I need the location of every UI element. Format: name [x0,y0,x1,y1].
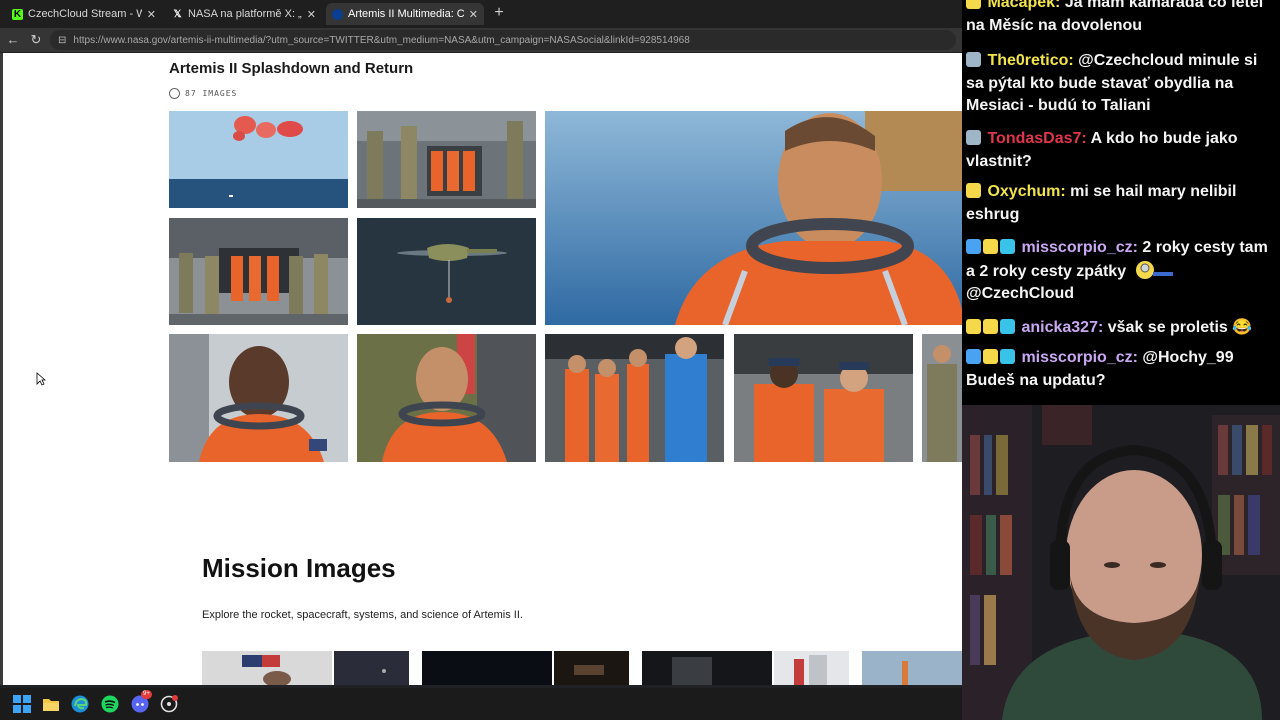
discord-notification-badge: 9+ [141,690,152,699]
mission-photo-4[interactable] [554,651,629,685]
photo-helicopter-night[interactable] [357,218,536,325]
mouse-cursor-icon [36,372,46,386]
photo-astronaut-smiling[interactable] [169,334,348,462]
mission-photo-6[interactable] [774,651,849,685]
gallery-title: Artemis II Splashdown and Return [169,60,414,77]
photo-navy-crew[interactable] [922,334,962,462]
photo-crew-with-official[interactable] [545,334,724,462]
photo-crew-helicopter[interactable] [357,111,536,208]
chat-message: Macapek: Já mám kamaráda co letěl na Měs… [966,0,1276,37]
address-bar: ← ↻ ⊟ https://www.nasa.gov/artemis-ii-mu… [0,28,962,52]
tab-close-icon[interactable]: ✕ [147,8,156,21]
back-arrow-icon[interactable]: ← [4,31,22,49]
spotify-icon[interactable] [100,694,120,714]
mission-photo-5[interactable] [642,651,772,685]
sub-badge-icon [983,349,998,364]
sub-badge-icon [966,52,981,67]
chat-message: The0retico: @Czechcloud minule si sa pýt… [966,52,1258,114]
camera-icon [169,88,180,99]
cube-badge-icon [1000,349,1015,364]
mission-photo-7[interactable] [862,651,962,685]
photo-crew-pair[interactable] [734,334,913,462]
app-icon[interactable] [159,694,179,714]
url-field[interactable]: ⊟ https://www.nasa.gov/artemis-ii-multim… [50,30,956,50]
photo-astronaut-portrait[interactable] [545,111,962,325]
tab-close-icon[interactable]: ✕ [469,8,478,21]
photo-astronaut-seated[interactable] [357,334,536,462]
nasa-icon [332,8,343,20]
sub-badge-icon [966,130,981,145]
tab-czechcloud-stream[interactable]: K CzechCloud Stream - Watch Live o ✕ [6,3,162,25]
edge-icon[interactable] [70,694,90,714]
windows-start-icon[interactable] [12,694,32,714]
photo-crew-hangar[interactable] [169,218,348,325]
tab-artemis-multimedia[interactable]: Artemis II Multimedia: Crew Photo ✕ [326,3,484,25]
crown-badge-icon [966,319,981,334]
mission-photo-2[interactable] [334,651,409,685]
browser-window: K CzechCloud Stream - Watch Live o ✕ 𝕏 N… [0,0,962,688]
mission-photo-3[interactable] [422,651,552,685]
stream-chat: Macapek: Já mám kamaráda co letěl na Měs… [962,0,1280,405]
site-info-icon[interactable]: ⊟ [58,35,66,46]
sub-badge-icon [983,239,998,254]
cube-badge-icon [1000,319,1015,334]
mission-images-title: Mission Images [202,553,396,583]
mission-images-description: Explore the rocket, spacecraft, systems,… [202,609,523,621]
discord-icon[interactable]: 9+ [130,690,152,714]
sub-badge-icon [966,183,981,198]
sub-badge-icon [983,319,998,334]
sub-badge-icon [966,0,981,9]
url-text: https://www.nasa.gov/artemis-ii-multimed… [73,34,690,46]
tab-close-icon[interactable]: ✕ [307,8,316,21]
mission-photo-1[interactable] [202,651,332,685]
new-tab-button[interactable]: + [490,4,508,22]
cube-badge-icon [1000,239,1015,254]
streamer-webcam [962,405,1280,720]
web-page: Artemis II Splashdown and Return 87 IMAG… [3,53,962,685]
chat-message: Oxychum: mi se hail mary nelibil eshrug [966,183,1237,223]
webcam-feed [962,405,1280,720]
photo-parachutes[interactable] [169,111,348,208]
tab-bar: K CzechCloud Stream - Watch Live o ✕ 𝕏 N… [0,0,962,28]
chat-message: anicka327: však se proletis 😂 [966,317,1276,340]
taskbar: 9+ [0,688,962,720]
gifter-badge-icon [966,239,981,254]
gifter-badge-icon [966,349,981,364]
chat-message: misscorpio_cz: 2 roky cesty tam a 2 roky… [966,239,1268,302]
file-explorer-icon[interactable] [41,694,61,714]
tab-nasa-x-post[interactable]: 𝕏 NASA na platformě X: „Let's run th ✕ [166,3,322,25]
image-count: 87 IMAGES [169,88,237,99]
chat-message: TondasDas7: A kdo ho bude jako vlastnit? [966,130,1238,170]
reload-icon[interactable]: ↻ [27,31,45,49]
chat-message: misscorpio_cz: @Hochy_99 Budeš na updatu… [966,349,1234,389]
kick-icon: K [12,8,23,20]
minion-emote-icon [1135,260,1173,279]
x-icon: 𝕏 [173,8,182,20]
